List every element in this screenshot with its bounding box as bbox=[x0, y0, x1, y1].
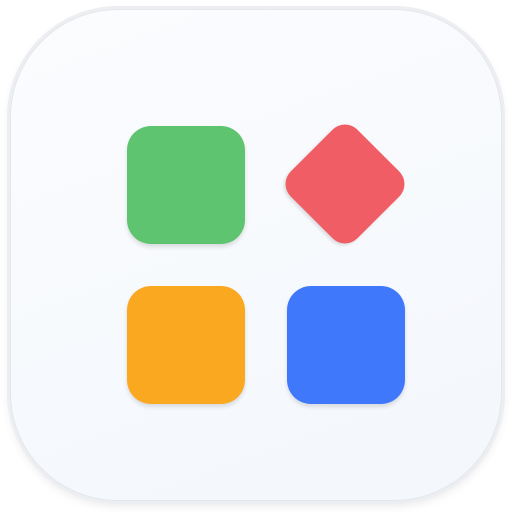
blue-square-tile bbox=[287, 286, 405, 404]
canvas bbox=[0, 0, 512, 512]
orange-square-tile bbox=[127, 286, 245, 404]
green-square-tile bbox=[127, 126, 245, 244]
red-diamond-tile bbox=[278, 117, 412, 251]
app-icon[interactable] bbox=[10, 9, 502, 501]
